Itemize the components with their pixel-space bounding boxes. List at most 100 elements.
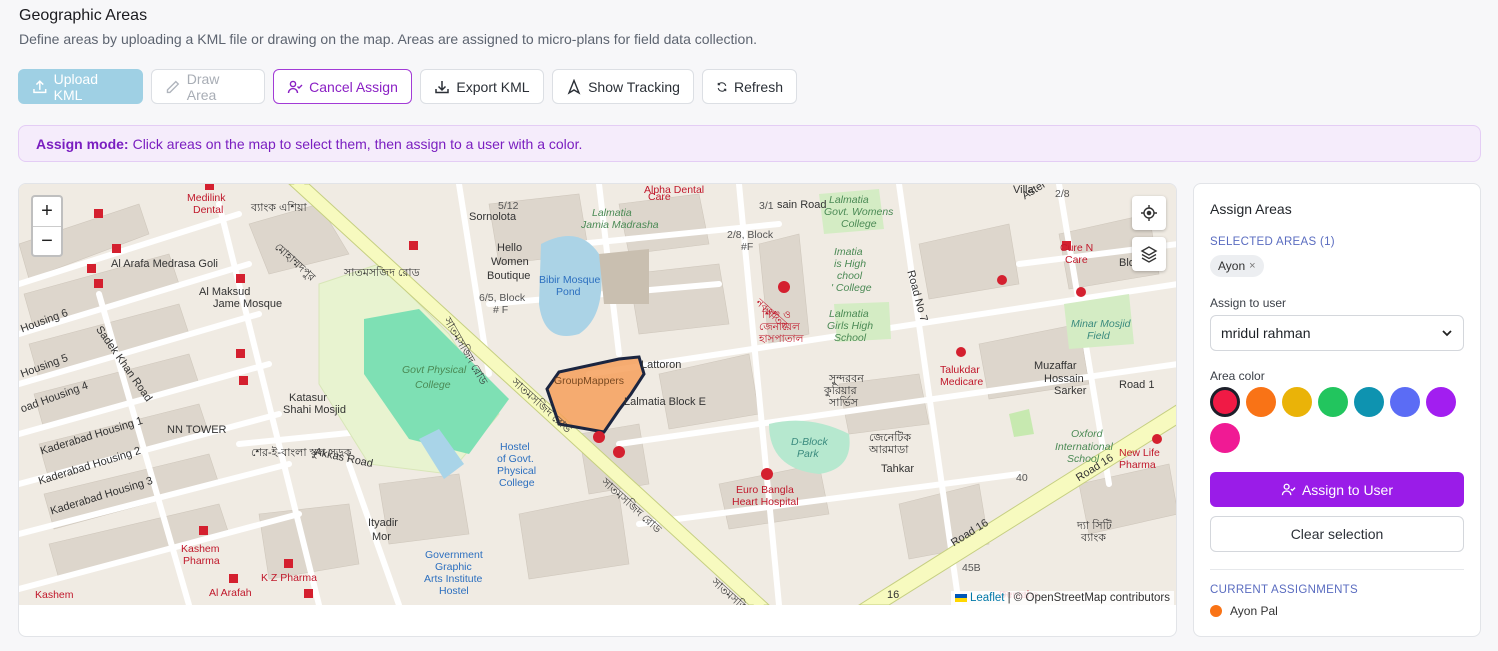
map-label: NN TOWER bbox=[167, 424, 227, 436]
color-swatch[interactable] bbox=[1318, 387, 1348, 417]
map-label: Pond bbox=[556, 286, 581, 298]
map-label: Park bbox=[797, 448, 819, 460]
map-label: New Life bbox=[1119, 447, 1160, 459]
assignment-item: Ayon Pal bbox=[1210, 604, 1278, 618]
map-label: 2/8, Block bbox=[727, 229, 774, 241]
refresh-button[interactable]: Refresh bbox=[702, 69, 797, 104]
map-label: ব্যাংক bbox=[1081, 532, 1106, 544]
chevron-down-icon bbox=[1442, 330, 1452, 337]
assign-panel: Assign Areas SELECTED AREAS (1) Ayon × A… bbox=[1193, 183, 1481, 637]
map-label: Jamia Madrasha bbox=[581, 219, 659, 231]
map-tiles bbox=[19, 184, 1176, 605]
map-label: Bibir Mosque bbox=[539, 274, 601, 286]
color-swatch[interactable] bbox=[1210, 423, 1240, 453]
map-label: Lattoron bbox=[641, 359, 682, 371]
map-label: Al Arafah bbox=[209, 587, 252, 599]
chip-remove-button[interactable]: × bbox=[1249, 260, 1255, 272]
map-label: Physical bbox=[497, 465, 537, 477]
map-label: Cure N bbox=[1060, 242, 1094, 254]
clear-selection-button[interactable]: Clear selection bbox=[1210, 516, 1464, 552]
map-label: Medicare bbox=[940, 376, 984, 388]
map-label: 16 bbox=[887, 589, 900, 601]
cancel-assign-button[interactable]: Cancel Assign bbox=[273, 69, 412, 104]
map-label: Heart Hospital bbox=[732, 496, 799, 508]
panel-title: Assign Areas bbox=[1210, 201, 1292, 217]
show-tracking-button[interactable]: Show Tracking bbox=[552, 69, 694, 104]
map-label: Govt Physical bbox=[402, 364, 467, 376]
color-swatch[interactable] bbox=[1354, 387, 1384, 417]
map-label: 3/1 bbox=[759, 200, 774, 212]
map-label: Hossain bbox=[1044, 373, 1084, 385]
map-label: Lalmatia bbox=[592, 207, 632, 219]
map-label: Sornolota bbox=[469, 211, 517, 223]
map-label: Ityadir bbox=[368, 517, 398, 529]
map-label: College bbox=[841, 218, 877, 230]
map-label: হাসপাতাল bbox=[759, 333, 804, 345]
color-swatch[interactable] bbox=[1210, 387, 1240, 417]
cancel-assign-label: Cancel Assign bbox=[309, 78, 398, 95]
area-color-label: Area color bbox=[1210, 369, 1265, 383]
assign-to-user-label: Assign to User bbox=[1301, 481, 1394, 498]
map-label: Shahi Mosjid bbox=[283, 404, 346, 416]
download-icon bbox=[435, 80, 450, 93]
page-title: Geographic Areas bbox=[19, 7, 148, 24]
map-label: Al Maksud bbox=[199, 286, 251, 298]
map-label: College bbox=[499, 477, 535, 489]
color-swatches bbox=[1210, 387, 1470, 453]
assignment-color-dot bbox=[1210, 605, 1222, 617]
map-label: Al Arafa Medrasa Goli bbox=[111, 258, 218, 270]
map-label: Jame Mosque bbox=[213, 298, 283, 310]
zoom-out-button[interactable]: − bbox=[33, 227, 61, 256]
map-label: Talukdar bbox=[940, 364, 980, 376]
color-swatch[interactable] bbox=[1246, 387, 1276, 417]
assignment-name: Ayon Pal bbox=[1230, 604, 1278, 618]
zoom-in-button[interactable]: + bbox=[33, 197, 61, 227]
selected-area-label[interactable]: GroupMappers bbox=[554, 375, 624, 387]
export-kml-button[interactable]: Export KML bbox=[420, 69, 544, 104]
map-label: # F bbox=[493, 304, 509, 316]
leaflet-link[interactable]: Leaflet bbox=[970, 592, 1005, 604]
zoom-control: + − bbox=[31, 195, 63, 257]
map-label: 40 bbox=[1016, 472, 1028, 484]
map-label: 45B bbox=[962, 562, 981, 574]
map[interactable]: Sornolota Hello Women Boutique 6/5, Block # F… bbox=[19, 184, 1176, 605]
layers-button[interactable] bbox=[1132, 237, 1166, 271]
map-label: Kashem bbox=[35, 589, 74, 601]
map-label: Medilink bbox=[187, 192, 226, 204]
map-attribution: Leaflet | © OpenStreetMap contributors bbox=[950, 591, 1174, 605]
map-label: Tahkar bbox=[881, 463, 915, 475]
color-swatch[interactable] bbox=[1426, 387, 1456, 417]
map-label: Muzaffar bbox=[1034, 360, 1077, 372]
map-label: Care bbox=[648, 191, 671, 203]
export-kml-label: Export KML bbox=[456, 78, 530, 95]
assign-to-user-button[interactable]: Assign to User bbox=[1210, 472, 1464, 507]
map-label: Lalmatia Block E bbox=[624, 396, 706, 408]
map-label: Minar Mosjid bbox=[1071, 318, 1131, 330]
map-label: Arts Institute bbox=[424, 573, 483, 585]
map-label: Euro Bangla bbox=[736, 484, 794, 496]
map-label: Imatia bbox=[834, 246, 863, 258]
map-label: D-Block bbox=[791, 436, 828, 448]
map-label: Women bbox=[491, 256, 529, 268]
color-swatch[interactable] bbox=[1282, 387, 1312, 417]
map-label: College bbox=[415, 379, 451, 391]
map-label: Pharma bbox=[183, 555, 220, 567]
map-card: Sornolota Hello Women Boutique 6/5, Block # F… bbox=[18, 183, 1177, 637]
map-label: Boutique bbox=[487, 270, 531, 282]
locate-button[interactable] bbox=[1132, 196, 1166, 230]
map-label: of Govt. bbox=[497, 453, 534, 465]
refresh-label: Refresh bbox=[733, 78, 783, 95]
map-label: Kashem bbox=[181, 543, 220, 555]
map-label: chool bbox=[837, 270, 863, 282]
color-swatch[interactable] bbox=[1390, 387, 1420, 417]
draw-area-button[interactable]: Draw Area bbox=[151, 69, 265, 104]
toolbar: Upload KML Draw Area Cancel Assign Expor… bbox=[18, 69, 797, 104]
selected-area-chip: Ayon × bbox=[1210, 255, 1264, 277]
upload-kml-button[interactable]: Upload KML bbox=[18, 69, 143, 104]
map-label: Hostel bbox=[439, 585, 469, 597]
user-check-icon bbox=[287, 80, 303, 93]
user-select[interactable]: mridul rahman bbox=[1210, 315, 1464, 351]
map-label: 6/5, Block bbox=[479, 292, 526, 304]
map-label: Girls High bbox=[827, 320, 874, 332]
map-label: Government bbox=[425, 549, 483, 561]
